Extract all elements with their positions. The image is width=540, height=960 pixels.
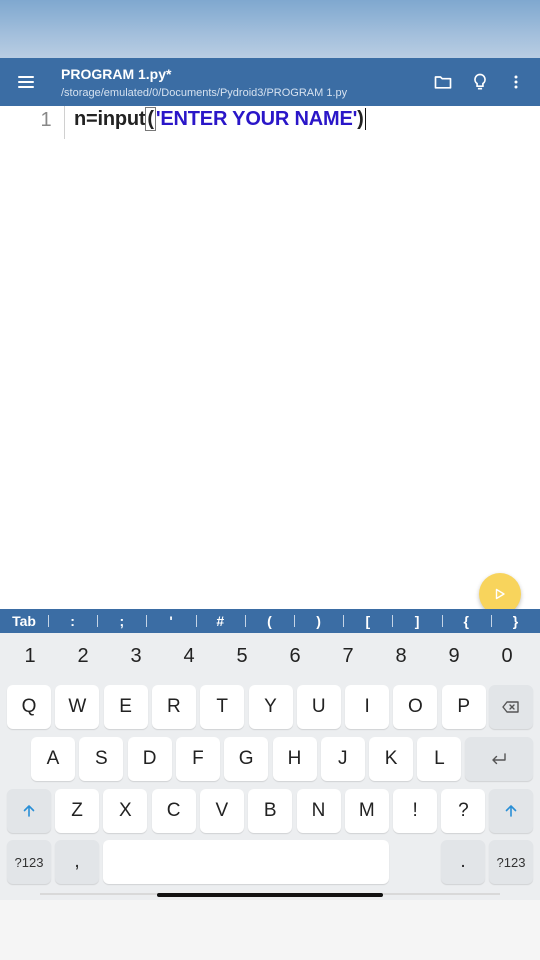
shift-key-right[interactable] <box>489 789 533 833</box>
gutter-divider <box>64 106 65 139</box>
letter-key[interactable]: Z <box>55 789 99 833</box>
symbol-key[interactable]: : <box>48 609 97 633</box>
letter-key[interactable]: J <box>320 737 365 781</box>
backspace-key[interactable] <box>489 685 533 729</box>
code-close-paren: ) <box>357 108 366 130</box>
symbol-key[interactable]: ; <box>97 609 146 633</box>
number-key[interactable]: 7 <box>328 641 368 671</box>
code-string: 'ENTER YOUR NAME' <box>155 108 358 130</box>
backspace-icon <box>502 701 519 713</box>
shift-icon <box>505 805 517 817</box>
letter-key[interactable]: G <box>224 737 269 781</box>
screen: PROGRAM 1.py* /storage/emulated/0/Docume… <box>0 0 540 960</box>
app-bar: PROGRAM 1.py* /storage/emulated/0/Docume… <box>0 58 540 106</box>
symbol-key[interactable]: # <box>195 609 245 633</box>
file-path: /storage/emulated/0/Documents/Pydroid3/P… <box>61 87 348 99</box>
home-indicator[interactable] <box>157 893 383 897</box>
tab-key[interactable]: Tab <box>0 609 48 633</box>
letter-key[interactable]: O <box>393 685 438 729</box>
number-key[interactable]: 8 <box>381 641 421 671</box>
symbol-key[interactable]: ) <box>294 609 343 633</box>
keyboard-row-2: ASDFGHJKL <box>0 737 540 781</box>
number-key[interactable]: 6 <box>275 641 315 671</box>
letter-key[interactable]: T <box>200 685 245 729</box>
symbols-key-right[interactable]: ?123 <box>489 840 533 884</box>
letter-key[interactable]: C <box>151 789 196 833</box>
number-key[interactable]: 4 <box>169 641 209 671</box>
letter-key[interactable]: E <box>103 685 148 729</box>
symbol-key[interactable]: ' <box>146 609 195 633</box>
code-line[interactable]: n=input('ENTER YOUR NAME') <box>74 107 366 131</box>
code-identifier: n=input <box>74 108 146 130</box>
letter-key[interactable]: A <box>31 737 75 781</box>
menu-icon[interactable] <box>10 67 42 97</box>
number-key[interactable]: 0 <box>487 641 527 671</box>
letter-key[interactable]: K <box>369 737 414 781</box>
shift-key[interactable] <box>7 789 51 833</box>
number-key[interactable]: 3 <box>116 641 156 671</box>
folder-icon[interactable] <box>431 70 455 94</box>
space-key[interactable] <box>103 840 389 884</box>
keyboard: 1234567890 QWERTYUIOP ASDFGHJKL Z X C V B N M!… <box>0 633 540 900</box>
symbol-key[interactable]: [ <box>343 609 392 633</box>
code-open-paren: ( <box>145 107 156 131</box>
symbol-key[interactable]: { <box>441 609 491 633</box>
letter-key[interactable]: S <box>79 737 124 781</box>
letter-key[interactable]: ! <box>393 789 438 833</box>
letter-key[interactable]: N <box>296 789 341 833</box>
code-editor[interactable]: 1 n=input('ENTER YOUR NAME') <box>0 106 540 609</box>
symbol-key[interactable]: ] <box>392 609 441 633</box>
letter-key[interactable]: W <box>55 685 100 729</box>
letter-key[interactable]: P <box>441 685 486 729</box>
symbol-key[interactable]: } <box>490 609 540 633</box>
comma-key[interactable]: , <box>55 840 99 884</box>
letter-key[interactable]: I <box>345 685 390 729</box>
letter-key[interactable]: ? <box>441 789 486 833</box>
letter-key[interactable]: U <box>296 685 341 729</box>
letter-key[interactable]: M <box>344 789 389 833</box>
number-row: 1234567890 <box>0 641 540 671</box>
letter-key[interactable]: B <box>248 789 293 833</box>
symbol-key[interactable]: ( <box>244 609 294 633</box>
letter-key[interactable]: Y <box>248 685 293 729</box>
letter-key[interactable]: L <box>417 737 462 781</box>
lightbulb-icon[interactable] <box>468 70 492 94</box>
symbol-bar: Tab:; ' #()[]{} <box>0 609 540 633</box>
enter-key[interactable] <box>465 737 533 781</box>
letter-key[interactable]: F <box>175 737 220 781</box>
letter-key[interactable]: D <box>127 737 172 781</box>
symbols-key[interactable]: ?123 <box>7 840 51 884</box>
letter-key[interactable]: H <box>272 737 317 781</box>
keyboard-row-3: Z X C V B N M!? <box>0 789 540 833</box>
letter-key[interactable]: V <box>199 789 244 833</box>
line-number: 1 <box>40 109 52 131</box>
more-vert-icon[interactable] <box>504 70 528 94</box>
number-key[interactable]: 5 <box>222 641 262 671</box>
letter-key[interactable]: R <box>151 685 196 729</box>
keyboard-row-1: QWERTYUIOP <box>0 685 540 729</box>
enter-icon <box>492 753 506 765</box>
navigation-area <box>0 900 540 960</box>
file-title: PROGRAM 1.py* <box>61 66 172 82</box>
play-icon <box>495 588 505 600</box>
number-key[interactable]: 9 <box>434 641 474 671</box>
period-key[interactable]: . <box>441 840 485 884</box>
number-key[interactable]: 2 <box>63 641 103 671</box>
letter-key[interactable]: Q <box>7 685 51 729</box>
letter-key[interactable]: X <box>103 789 148 833</box>
keyboard-row-4: ?123 , . ?123 <box>0 840 540 884</box>
shift-icon <box>23 805 35 817</box>
status-bar <box>0 0 540 58</box>
number-key[interactable]: 1 <box>10 641 50 671</box>
